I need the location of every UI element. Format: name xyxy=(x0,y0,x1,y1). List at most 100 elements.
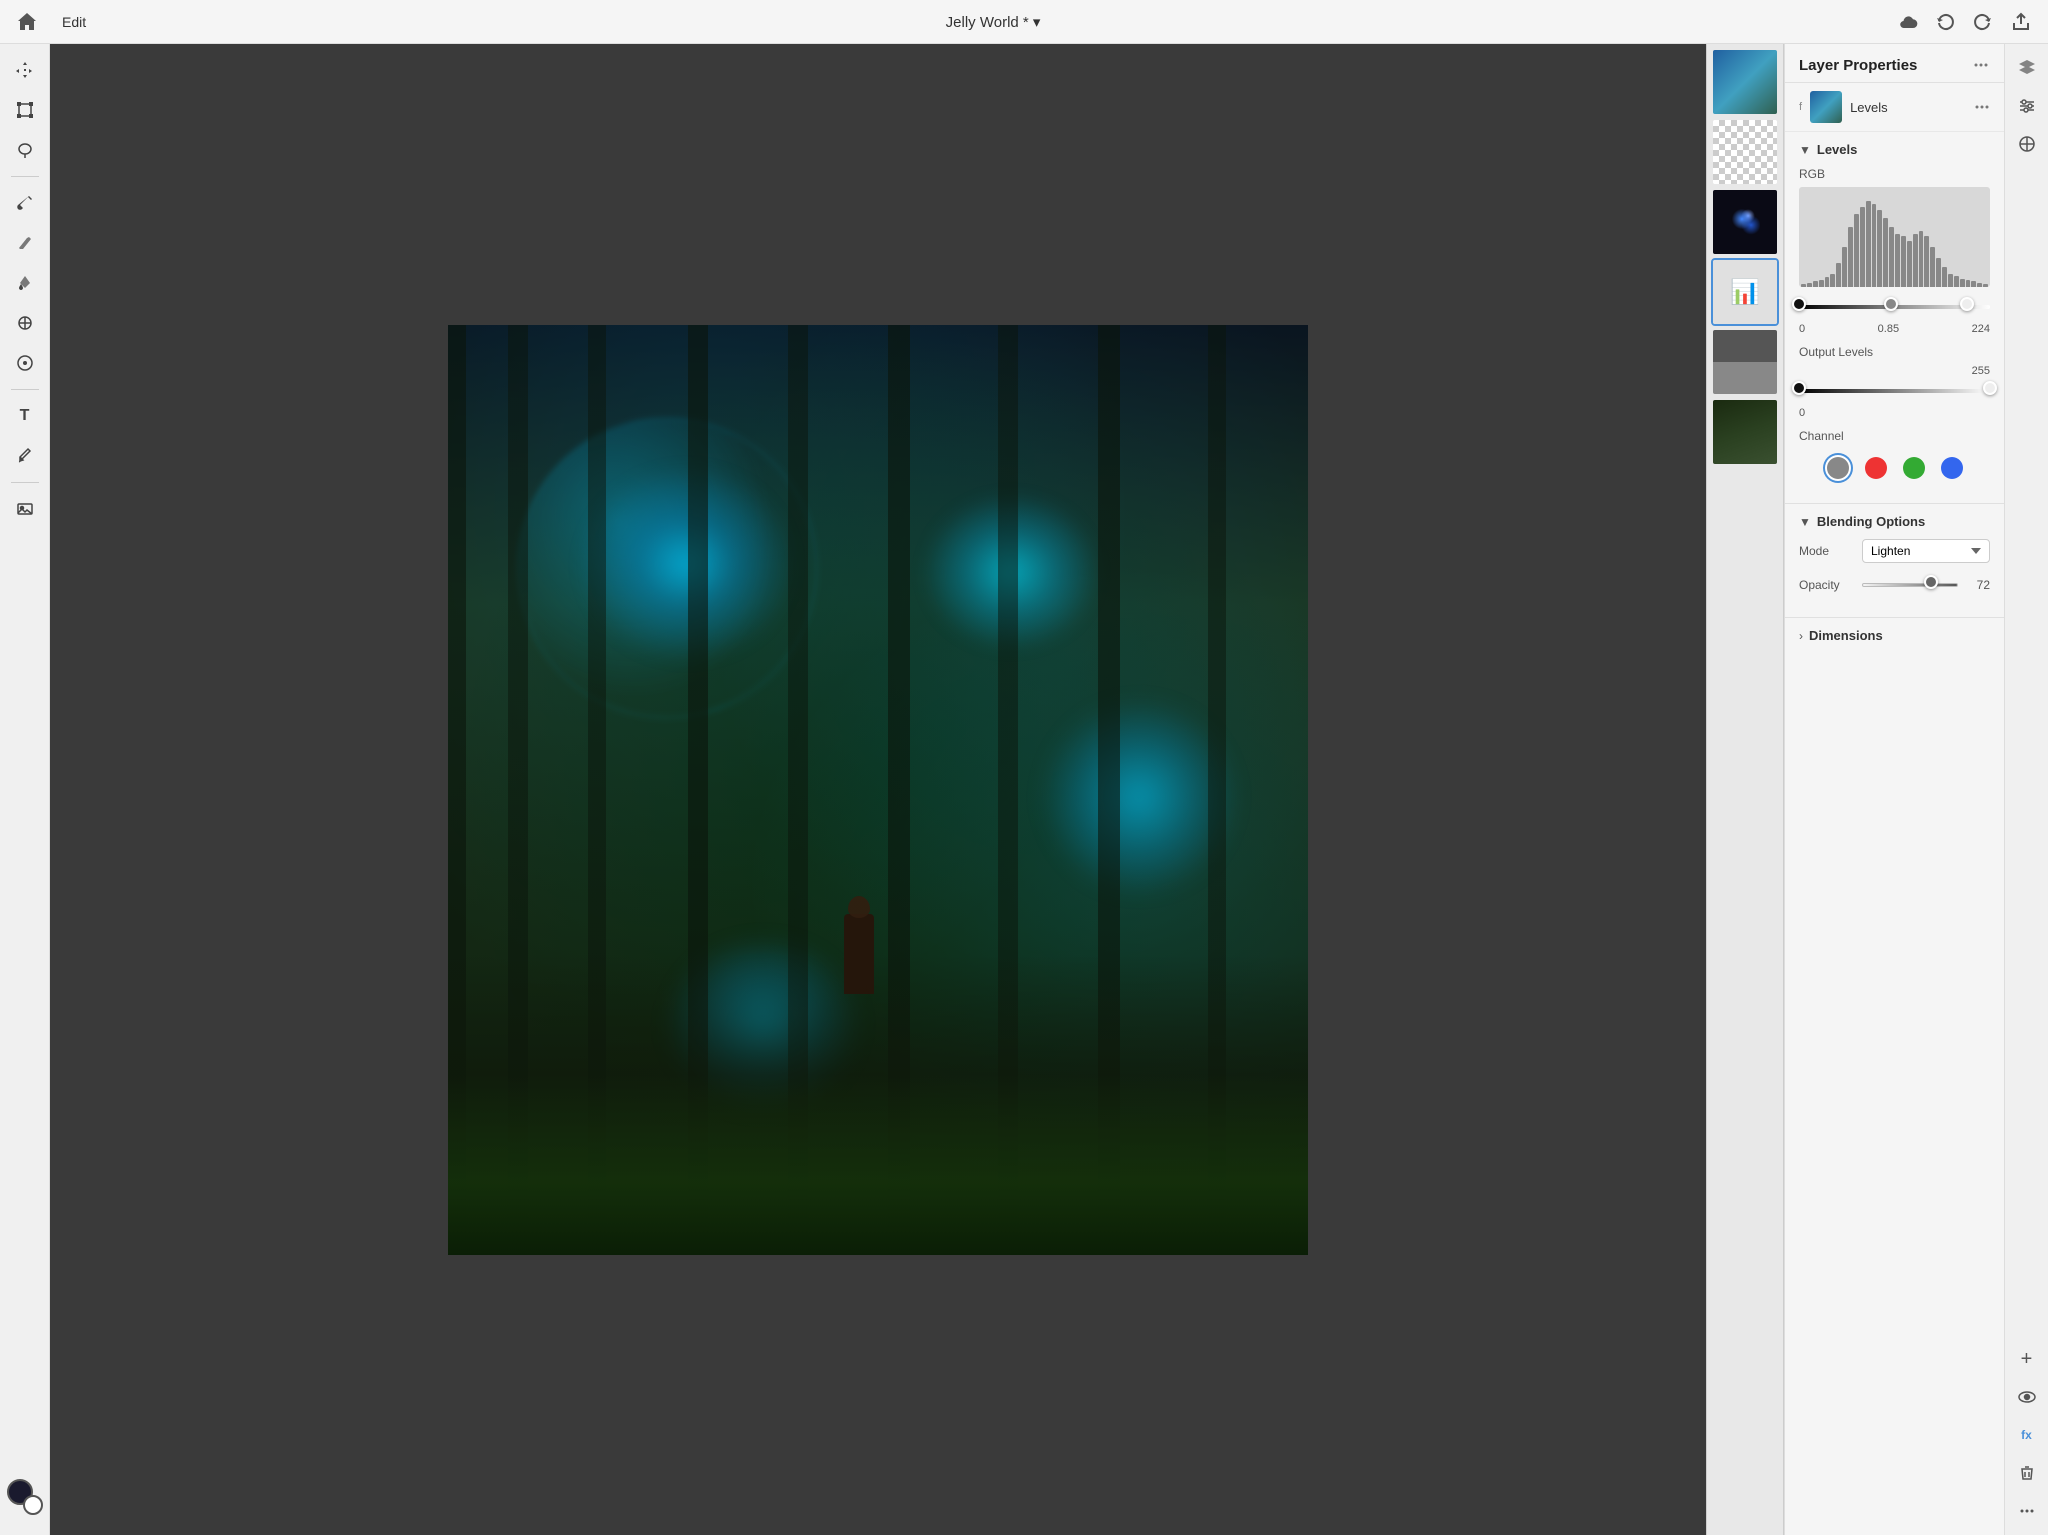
separator-3 xyxy=(11,482,39,483)
blending-section: ▼ Blending Options Mode NormalDissolveDa… xyxy=(1785,504,2004,618)
input-mid-label: 0.85 xyxy=(1878,323,1899,335)
output-min-label: 0 xyxy=(1799,407,1805,419)
blending-section-header[interactable]: ▼ Blending Options xyxy=(1785,504,2004,539)
output-max-value: 255 xyxy=(1799,365,1990,377)
layer-thumb-6[interactable] xyxy=(1711,398,1779,466)
dimensions-section-title: Dimensions xyxy=(1809,628,1883,643)
main-area: T xyxy=(0,44,2048,1535)
canvas-area xyxy=(50,44,1706,1535)
share-icon[interactable] xyxy=(2010,11,2032,33)
fx-button[interactable]: fx xyxy=(2011,1419,2043,1451)
more-options-button[interactable] xyxy=(2011,1495,2043,1527)
topbar: Edit Jelly World * ▾ xyxy=(0,0,2048,44)
effects-panel-icon[interactable] xyxy=(2011,128,2043,160)
layer-thumb-1[interactable] xyxy=(1711,48,1779,116)
output-slider-labels: 0 xyxy=(1799,407,1990,419)
color-swatch-area xyxy=(7,1479,43,1515)
blend-mode-label: Mode xyxy=(1799,544,1854,558)
levels-collapse-arrow: ▼ xyxy=(1799,143,1811,157)
blue-channel-btn[interactable] xyxy=(1941,457,1963,479)
topbar-left: Edit xyxy=(16,11,90,33)
layer-thumb-5[interactable] xyxy=(1711,328,1779,396)
input-max-label: 224 xyxy=(1972,323,1990,335)
properties-title: Layer Properties xyxy=(1799,57,1917,74)
layers-panel-icon[interactable] xyxy=(2011,52,2043,84)
right-panel-wrapper: Layer Properties f Levels ▼ Levels R xyxy=(1784,44,2048,1535)
separator-2 xyxy=(11,389,39,390)
opacity-value: 72 xyxy=(1966,578,1990,592)
dimensions-header[interactable]: › Dimensions xyxy=(1785,618,2004,653)
layer-thumb-2[interactable] xyxy=(1711,118,1779,186)
edit-menu[interactable]: Edit xyxy=(58,14,90,30)
color-swatches xyxy=(7,1479,43,1515)
opacity-row: Opacity 72 xyxy=(1799,573,1990,597)
output-levels-slider[interactable] xyxy=(1799,379,1990,403)
opacity-thumb[interactable] xyxy=(1924,575,1938,589)
separator-1 xyxy=(11,176,39,177)
layer-thumb-4-levels[interactable]: 📊 xyxy=(1711,258,1779,326)
add-layer-button[interactable]: + xyxy=(2011,1343,2043,1375)
delete-layer-button[interactable] xyxy=(2011,1457,2043,1489)
dimensions-expand-arrow: › xyxy=(1799,629,1803,643)
output-white-point[interactable] xyxy=(1983,381,1997,395)
background-color[interactable] xyxy=(23,1495,43,1515)
healing-tool[interactable] xyxy=(7,345,43,381)
input-slider-labels: 0 0.85 224 xyxy=(1799,323,1990,335)
opacity-slider[interactable] xyxy=(1862,573,1958,597)
levels-section-header[interactable]: ▼ Levels xyxy=(1785,132,2004,167)
layer-thumb-3[interactable] xyxy=(1711,188,1779,256)
canvas-image[interactable] xyxy=(448,325,1308,1255)
visibility-icon[interactable] xyxy=(2011,1381,2043,1413)
cloud-icon[interactable] xyxy=(1896,11,1918,33)
home-icon[interactable] xyxy=(16,11,38,33)
brush-tool[interactable] xyxy=(7,185,43,221)
input-min-label: 0 xyxy=(1799,323,1805,335)
layer-name-label: Levels xyxy=(1850,100,1966,115)
paint-bucket-tool[interactable] xyxy=(7,265,43,301)
properties-header: Layer Properties xyxy=(1785,44,2004,83)
person-silhouette xyxy=(844,914,874,994)
text-tool[interactable]: T xyxy=(7,398,43,434)
blend-mode-select[interactable]: NormalDissolveDarkenMultiplyColor BurnLi… xyxy=(1862,539,1990,563)
layer-more-icon[interactable] xyxy=(1974,99,1990,115)
blending-section-title: Blending Options xyxy=(1817,514,1925,529)
pen-tool[interactable] xyxy=(7,438,43,474)
redo-icon[interactable] xyxy=(1972,11,1994,33)
blend-mode-row: Mode NormalDissolveDarkenMultiplyColor B… xyxy=(1799,539,1990,563)
output-slider-track xyxy=(1799,389,1990,393)
transform-tool[interactable] xyxy=(7,92,43,128)
input-levels-slider[interactable] xyxy=(1799,295,1990,319)
topbar-right xyxy=(1896,11,2032,33)
clone-tool[interactable] xyxy=(7,305,43,341)
input-white-point[interactable] xyxy=(1960,297,1974,311)
input-mid-point[interactable] xyxy=(1884,297,1898,311)
lasso-tool[interactable] xyxy=(7,132,43,168)
output-levels-label: Output Levels xyxy=(1799,345,1990,359)
image-tool[interactable] xyxy=(7,491,43,527)
blending-section-content: Mode NormalDissolveDarkenMultiplyColor B… xyxy=(1785,539,2004,617)
levels-section-title: Levels xyxy=(1817,142,1857,157)
adjustments-panel-icon[interactable] xyxy=(2011,90,2043,122)
red-channel-btn[interactable] xyxy=(1865,457,1887,479)
left-toolbar: T xyxy=(0,44,50,1535)
eraser-tool[interactable] xyxy=(7,225,43,261)
undo-icon[interactable] xyxy=(1934,11,1956,33)
channel-selector xyxy=(1799,447,1990,489)
histogram xyxy=(1799,187,1990,287)
layer-thumbnail xyxy=(1810,91,1842,123)
rgb-channel-btn[interactable] xyxy=(1827,457,1849,479)
dimensions-section: › Dimensions xyxy=(1785,618,2004,653)
ferns-area xyxy=(448,1075,1308,1255)
move-tool[interactable] xyxy=(7,52,43,88)
topbar-center: Jelly World * ▾ xyxy=(946,13,1041,31)
layer-panel: 📊 xyxy=(1706,44,1784,1535)
properties-more-icon[interactable] xyxy=(1972,56,1990,74)
opacity-track xyxy=(1862,583,1958,587)
input-black-point[interactable] xyxy=(1792,297,1806,311)
output-black-point[interactable] xyxy=(1792,381,1806,395)
opacity-label: Opacity xyxy=(1799,578,1854,592)
green-channel-btn[interactable] xyxy=(1903,457,1925,479)
layer-properties-panel: Layer Properties f Levels ▼ Levels R xyxy=(1784,44,2004,1535)
layer-row: f Levels xyxy=(1785,83,2004,132)
blending-collapse-arrow: ▼ xyxy=(1799,515,1811,529)
